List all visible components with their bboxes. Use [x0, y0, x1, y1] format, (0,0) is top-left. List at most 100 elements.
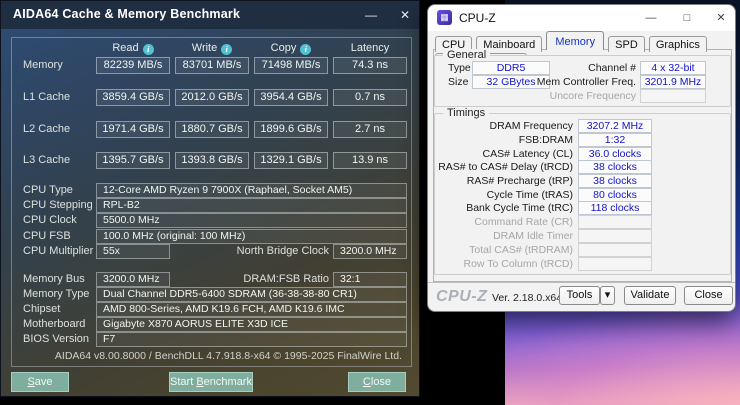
label-fsb-dram: FSB:DRAM — [436, 134, 573, 146]
cpuz-statusbar: CPU-Z Ver. 2.18.0.x64 Tools ▾ Validate C… — [428, 282, 735, 312]
mem-controller-freq-value: 3201.9 MHz — [640, 75, 706, 89]
label-north-bridge-clock: North Bridge Clock — [201, 245, 329, 257]
fsb-dram-value: 1:32 — [578, 133, 652, 147]
label-dram-fsb-ratio: DRAM:FSB Ratio — [201, 273, 329, 285]
label-cpu-fsb: CPU FSB — [23, 230, 71, 242]
l1-latency-value: 0.7 ns — [333, 89, 407, 106]
memory-latency-value: 74.3 ns — [333, 57, 407, 74]
minimize-icon[interactable]: — — [358, 6, 384, 24]
row-label-l1: L1 Cache — [23, 91, 70, 103]
memory-type-value: Dual Channel DDR5-6400 SDRAM (36-38-38-8… — [96, 287, 407, 302]
label-ras-precharge: RAS# Precharge (tRP) — [436, 175, 573, 187]
command-rate-value — [578, 215, 652, 229]
label-type: Type — [448, 62, 471, 74]
bank-cycle-time-value: 118 clocks — [578, 201, 652, 215]
label-uncore-frequency: Uncore Frequency — [533, 90, 636, 102]
label-cpu-stepping: CPU Stepping — [23, 199, 93, 211]
label-ras-to-cas-delay: RAS# to CAS# Delay (tRCD) — [436, 161, 573, 173]
aida64-window: AIDA64 Cache & Memory Benchmark — ✕ Read… — [0, 0, 420, 397]
dram-fsb-ratio-value: 32:1 — [333, 272, 407, 287]
tab-spd[interactable]: SPD — [608, 36, 645, 52]
save-button[interactable]: Save — [11, 372, 69, 392]
label-mem-controller-freq: Mem Controller Freq. — [533, 76, 636, 88]
cpu-multiplier-value: 55x — [96, 244, 170, 259]
label-memory-bus: Memory Bus — [23, 273, 85, 285]
cpuz-tab-bar: CPU Mainboard Memory SPD Graphics Bench … — [435, 32, 735, 49]
start-benchmark-button[interactable]: Start Benchmark — [169, 372, 253, 392]
cpuz-logo: CPU-Z — [436, 288, 487, 306]
total-cas-value — [578, 243, 652, 257]
label-memory-type: Memory Type — [23, 288, 89, 300]
column-header-latency: Latency — [333, 42, 407, 54]
validate-button[interactable]: Validate — [624, 286, 676, 305]
label-cpu-clock: CPU Clock — [23, 214, 77, 226]
tools-dropdown-icon[interactable]: ▾ — [600, 286, 615, 305]
label-chipset: Chipset — [23, 303, 60, 315]
row-to-column-value — [578, 257, 652, 271]
info-icon[interactable]: i — [300, 44, 311, 55]
label-dram-frequency: DRAM Frequency — [436, 120, 573, 132]
memory-read-value: 82239 MB/s — [96, 57, 170, 74]
cpu-type-value: 12-Core AMD Ryzen 9 7900X (Raphael, Sock… — [96, 183, 407, 198]
aida64-titlebar[interactable]: AIDA64 Cache & Memory Benchmark — ✕ — [1, 1, 419, 29]
channel-value: 4 x 32-bit — [640, 61, 706, 75]
label-cas-latency: CAS# Latency (CL) — [436, 148, 573, 160]
l1-read-value: 3859.4 GB/s — [96, 89, 170, 106]
l2-copy-value: 1899.6 GB/s — [254, 121, 328, 138]
tab-graphics[interactable]: Graphics — [649, 36, 707, 52]
info-icon[interactable]: i — [221, 44, 232, 55]
l1-write-value: 2012.0 GB/s — [175, 89, 249, 106]
motherboard-value: Gigabyte X870 AORUS ELITE X3D ICE — [96, 317, 407, 332]
l2-read-value: 1971.4 GB/s — [96, 121, 170, 138]
ras-precharge-value: 38 clocks — [578, 174, 652, 188]
cpuz-titlebar[interactable]: ▦ CPU-Z — □ ✕ — [428, 5, 735, 31]
close-button[interactable]: Close — [348, 372, 406, 392]
timings-groupbox-title: Timings — [443, 107, 489, 119]
label-size: Size — [448, 76, 468, 88]
close-icon[interactable]: ✕ — [708, 9, 734, 27]
cpuz-window: ▦ CPU-Z — □ ✕ CPU Mainboard Memory SPD G… — [427, 4, 736, 312]
label-dram-idle-timer: DRAM Idle Timer — [436, 230, 573, 242]
label-total-cas: Total CAS# (tRDRAM) — [436, 244, 573, 256]
memory-bus-value: 3200.0 MHz — [96, 272, 170, 287]
cpuz-close-button[interactable]: Close — [684, 286, 733, 305]
dram-idle-timer-value — [578, 229, 652, 243]
cycle-time-tras-value: 80 clocks — [578, 188, 652, 202]
tab-memory[interactable]: Memory — [546, 31, 604, 50]
tools-button[interactable]: Tools — [559, 286, 600, 305]
maximize-icon[interactable]: □ — [674, 9, 700, 27]
label-channel: Channel # — [536, 62, 636, 74]
row-label-l3: L3 Cache — [23, 154, 70, 166]
cpu-fsb-value: 100.0 MHz (original: 100 MHz) — [96, 229, 407, 244]
aida64-version-footer: AIDA64 v8.00.8000 / BenchDLL 4.7.918.8-x… — [55, 350, 402, 362]
chipset-value: AMD 800-Series, AMD K19.6 FCH, AMD K19.6… — [96, 302, 407, 317]
cpuz-window-title: CPU-Z — [459, 11, 496, 25]
cpuz-app-icon: ▦ — [437, 10, 452, 25]
column-header-write: Writei — [175, 42, 249, 55]
l3-write-value: 1393.8 GB/s — [175, 152, 249, 169]
minimize-icon[interactable]: — — [638, 9, 664, 27]
label-cpu-multiplier: CPU Multiplier — [23, 245, 93, 257]
general-groupbox-title: General — [443, 49, 490, 61]
l2-write-value: 1880.7 GB/s — [175, 121, 249, 138]
row-label-l2: L2 Cache — [23, 123, 70, 135]
l3-copy-value: 1329.1 GB/s — [254, 152, 328, 169]
row-label-memory: Memory — [23, 59, 63, 71]
bios-version-value: F7 — [96, 332, 407, 347]
cas-latency-value: 36.0 clocks — [578, 147, 652, 161]
uncore-frequency-value — [640, 89, 706, 103]
cpu-stepping-value: RPL-B2 — [96, 198, 407, 213]
label-cycle-time-tras: Cycle Time (tRAS) — [436, 189, 573, 201]
cpuz-version: Ver. 2.18.0.x64 — [492, 292, 562, 304]
l1-copy-value: 3954.4 GB/s — [254, 89, 328, 106]
column-header-read: Readi — [96, 42, 170, 55]
memory-copy-value: 71498 MB/s — [254, 57, 328, 74]
label-command-rate: Command Rate (CR) — [436, 216, 573, 228]
info-icon[interactable]: i — [143, 44, 154, 55]
label-bios-version: BIOS Version — [23, 333, 89, 345]
label-motherboard: Motherboard — [23, 318, 85, 330]
aida64-window-title: AIDA64 Cache & Memory Benchmark — [13, 7, 240, 21]
l3-read-value: 1395.7 GB/s — [96, 152, 170, 169]
label-row-to-column: Row To Column (tRCD) — [436, 258, 573, 270]
close-icon[interactable]: ✕ — [392, 6, 418, 24]
